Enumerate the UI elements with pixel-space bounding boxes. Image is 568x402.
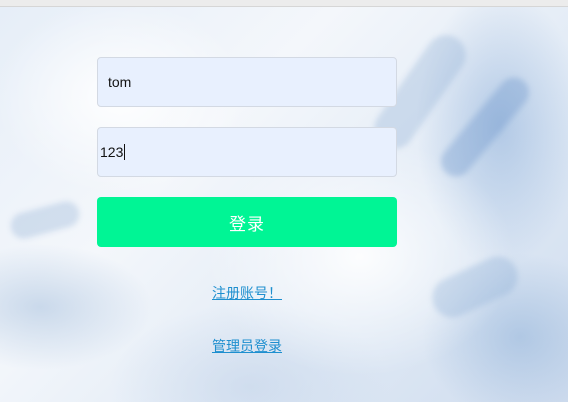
login-form: tom 123 登录 [97,57,397,247]
admin-login-link[interactable]: 管理员登录 [212,336,282,356]
login-button[interactable]: 登录 [97,197,397,247]
auxiliary-links: 注册账号！ 管理员登录 [97,283,397,356]
background-decoration [425,249,525,325]
background-decoration [7,198,83,242]
register-link[interactable]: 注册账号！ [212,283,282,303]
background-decoration [434,71,536,183]
username-input[interactable]: tom [97,57,397,107]
text-caret [124,144,126,160]
browser-top-bar [0,0,568,7]
password-input[interactable]: 123 [97,127,397,177]
username-value: tom [108,74,132,90]
login-button-label: 登录 [229,214,265,234]
password-value: 123 [100,144,124,160]
